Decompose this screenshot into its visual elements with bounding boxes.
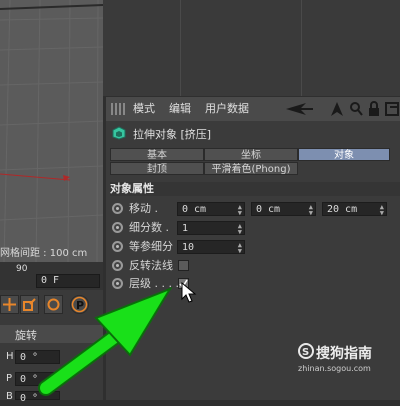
search-icon[interactable] (349, 101, 363, 117)
rotation-h-field[interactable]: 0 ° (15, 350, 60, 364)
pose-tool-button[interactable]: P (70, 295, 89, 314)
lock-icon[interactable] (368, 101, 380, 117)
frame-field[interactable]: 0 F (36, 274, 100, 288)
timeline[interactable]: 90 0 F (0, 262, 103, 290)
sogou-logo-icon: S (298, 343, 314, 359)
watermark-brand: 搜狗指南 (316, 346, 372, 362)
animate-radio[interactable] (112, 260, 123, 271)
iso-label: 等参细分 (129, 240, 173, 253)
stepper-icon[interactable]: ▲ ▼ (309, 204, 313, 217)
move-z-field[interactable]: 20 cm ▲ ▼ (322, 202, 387, 217)
move-z-value: 20 cm (327, 204, 358, 215)
watermark-url: zhinan.sogou.com (298, 364, 371, 373)
flip-normals-checkbox[interactable] (178, 260, 189, 271)
tab-caps[interactable]: 封顶 (110, 162, 204, 175)
subdiv-value: 1 (182, 223, 189, 234)
subdiv-field[interactable]: 1 ▲ ▼ (177, 221, 245, 236)
p-letter-icon: P (71, 296, 88, 313)
viewport-grid (0, 0, 103, 262)
column-divider (180, 0, 181, 96)
stepper-icon[interactable]: ▲ ▼ (238, 204, 242, 217)
attributes-menubar: 模式 编辑 用户数据 (106, 97, 400, 121)
flip-normals-label: 反转法线 (129, 259, 173, 272)
stepper-icon[interactable]: ▲ ▼ (238, 223, 242, 236)
rotation-b-field[interactable]: 0 ° (15, 391, 60, 404)
svg-text:S: S (302, 347, 309, 358)
mouse-cursor-icon (181, 282, 197, 303)
axis-label: H (6, 351, 14, 362)
tab-basic[interactable]: 基本 (110, 148, 204, 161)
object-title: 拉伸对象 [挤压] (133, 128, 212, 141)
back-arrow-icon[interactable] (284, 101, 314, 117)
iso-field[interactable]: 10 ▲ ▼ (177, 240, 245, 255)
menu-user-data[interactable]: 用户数据 (205, 97, 249, 121)
subdiv-label: 细分数 . (129, 221, 169, 234)
move-x-field[interactable]: 0 cm ▲ ▼ (177, 202, 245, 217)
rotation-tab-label: 旋转 (15, 329, 37, 342)
move-y-field[interactable]: 0 cm ▲ ▼ (251, 202, 316, 217)
viewport[interactable]: 网格间距 : 100 cm (0, 0, 103, 262)
svg-text:P: P (76, 299, 84, 312)
move-x-value: 0 cm (182, 204, 207, 215)
rotation-p-field[interactable]: 0 ° (15, 372, 60, 386)
lower-left-panel: 90 0 F P 旋转 H 0 ° P 0 ° B 0 ° (0, 262, 103, 404)
grid-spacing-label: 网格间距 : 100 cm (0, 248, 88, 259)
animate-radio[interactable] (112, 278, 123, 289)
stepper-icon[interactable]: ▲ ▼ (238, 242, 242, 255)
hierarchy-label: 层级 . . . . (129, 277, 179, 290)
timeline-ruler-mark: 90 (16, 264, 28, 274)
rotate-tool-button[interactable] (44, 295, 63, 314)
move-tool-button[interactable] (0, 295, 19, 314)
iso-value: 10 (182, 242, 195, 253)
stepper-icon[interactable]: ▲ ▼ (380, 204, 384, 217)
animate-radio[interactable] (112, 241, 123, 252)
scale-tool-button[interactable] (20, 295, 39, 314)
cursor-arrow-icon[interactable] (330, 101, 344, 117)
object-title-row: 拉伸对象 [挤压] (106, 122, 400, 144)
object-manager-area (103, 0, 400, 96)
move-label: 移动 . (129, 202, 158, 215)
rotation-h-value: 0 ° (20, 352, 39, 363)
rotation-p-value: 0 ° (20, 374, 39, 385)
rotation-b-value: 0 ° (20, 393, 39, 404)
tab-coord[interactable]: 坐标 (204, 148, 298, 161)
move-tool-icon (3, 298, 16, 311)
move-y-value: 0 cm (256, 204, 281, 215)
new-window-icon[interactable] (385, 102, 399, 116)
frame-value: 0 F (41, 275, 60, 286)
tab-phong[interactable]: 平滑着色(Phong) (204, 162, 298, 175)
panel-grip-icon[interactable] (111, 103, 125, 115)
extrude-object-icon (112, 126, 126, 140)
rotate-tool-icon (47, 298, 60, 311)
animate-radio[interactable] (112, 203, 123, 214)
menu-edit[interactable]: 编辑 (169, 97, 191, 121)
scale-tool-icon (23, 298, 36, 311)
menu-mode[interactable]: 模式 (133, 97, 155, 121)
column-divider (301, 0, 302, 96)
animate-radio[interactable] (112, 222, 123, 233)
rotation-tab[interactable]: 旋转 (0, 325, 103, 343)
axis-label: P (6, 373, 13, 384)
axis-label: B (6, 391, 13, 402)
section-title: 对象属性 (110, 182, 400, 196)
tab-object[interactable]: 对象 (298, 148, 390, 161)
